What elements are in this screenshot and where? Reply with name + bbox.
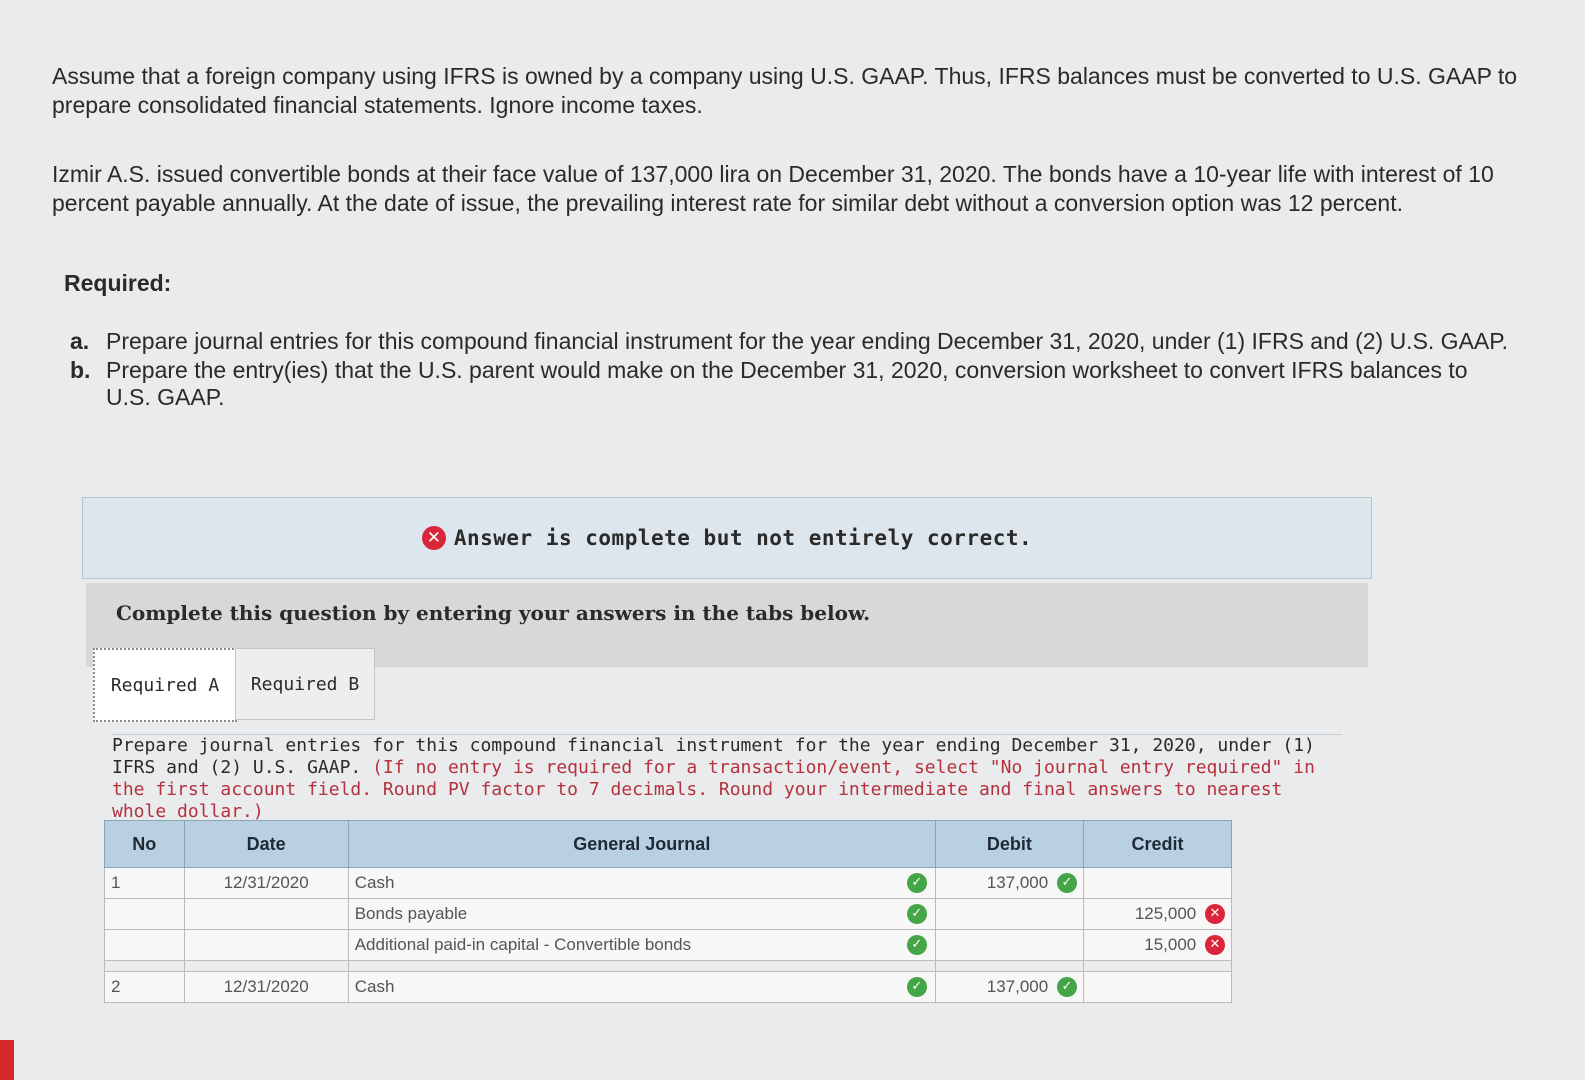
- spacer-cell: [934, 960, 1084, 972]
- header-debit: Debit: [934, 820, 1084, 868]
- corner-marker: [0, 1040, 14, 1080]
- requirement-b: b. Prepare the entry(ies) that the U.S. …: [70, 357, 1510, 411]
- account-cell[interactable]: Bonds payable ✓: [347, 898, 936, 930]
- requirement-text: Prepare the entry(ies) that the U.S. par…: [106, 357, 1468, 410]
- account-name: Bonds payable: [354, 904, 468, 923]
- table-header-row: No Date General Journal Debit Credit: [104, 820, 1233, 868]
- spacer-cell: [183, 960, 349, 972]
- requirement-text: Prepare journal entries for this compoun…: [106, 328, 1509, 354]
- check-circle-icon: ✓: [1056, 977, 1077, 998]
- check-circle-icon: ✓: [1056, 873, 1077, 894]
- header-credit: Credit: [1082, 820, 1233, 868]
- table-row: Additional paid-in capital - Convertible…: [104, 929, 1233, 961]
- account-name: Cash: [354, 873, 395, 892]
- table-spacer-row: [104, 960, 1233, 972]
- x-circle-icon: ✕: [1205, 935, 1225, 956]
- credit-value: 15,000: [1144, 934, 1197, 954]
- check-circle-icon: ✓: [906, 935, 927, 955]
- entry-no-cell: [104, 898, 185, 930]
- date-cell[interactable]: [183, 898, 349, 930]
- debit-cell[interactable]: [934, 898, 1084, 930]
- answer-status-text: Answer is complete but not entirely corr…: [453, 526, 1033, 550]
- entry-no-cell: 1: [104, 867, 185, 899]
- header-date: Date: [183, 820, 349, 868]
- credit-cell[interactable]: 125,000 ✕: [1082, 898, 1233, 930]
- check-circle-icon: ✓: [906, 904, 927, 924]
- x-circle-icon: ✕: [421, 526, 446, 550]
- general-journal-table: No Date General Journal Debit Credit 1 1…: [104, 820, 1233, 1003]
- account-name: Cash: [354, 977, 395, 996]
- account-name: Additional paid-in capital - Convertible…: [354, 935, 692, 954]
- intro-paragraph-2: Izmir A.S. issued convertible bonds at t…: [52, 161, 1494, 216]
- debit-value: 137,000: [986, 976, 1049, 996]
- spacer-cell: [1082, 960, 1233, 972]
- entry-no-cell: 2: [104, 971, 185, 1003]
- date-cell[interactable]: 12/31/2020: [183, 867, 349, 899]
- tab-required-b[interactable]: Required B: [235, 648, 375, 720]
- table-row: Bonds payable ✓ 125,000 ✕: [104, 898, 1233, 930]
- date-cell[interactable]: 12/31/2020: [183, 971, 349, 1003]
- requirement-a: a. Prepare journal entries for this comp…: [70, 328, 1510, 355]
- check-circle-icon: ✓: [906, 977, 927, 997]
- question-instructions: Prepare journal entries for this compoun…: [112, 734, 1342, 829]
- header-no: No: [104, 820, 185, 868]
- credit-cell[interactable]: [1082, 971, 1233, 1003]
- check-circle-icon: ✓: [906, 873, 927, 893]
- account-cell[interactable]: Cash ✓: [347, 971, 936, 1003]
- table-row: 1 12/31/2020 Cash ✓ 137,000 ✓: [104, 867, 1233, 899]
- x-circle-icon: ✕: [1205, 904, 1225, 925]
- requirement-letter: a.: [70, 328, 90, 354]
- requirement-letter: b.: [70, 357, 91, 383]
- answer-panel: ✕ Answer is complete but not entirely co…: [82, 497, 1372, 667]
- account-cell[interactable]: Additional paid-in capital - Convertible…: [347, 929, 936, 961]
- required-heading: Required:: [64, 270, 172, 296]
- debit-cell[interactable]: [934, 929, 1084, 961]
- entry-no-cell: [104, 929, 185, 961]
- tab-strip: Required A Required B: [93, 648, 383, 722]
- date-cell[interactable]: [183, 929, 349, 961]
- intro-paragraph-1: Assume that a foreign company using IFRS…: [52, 63, 1518, 118]
- debit-cell[interactable]: 137,000 ✓: [934, 971, 1084, 1003]
- spacer-cell: [104, 960, 185, 972]
- debit-cell[interactable]: 137,000 ✓: [934, 867, 1084, 899]
- credit-cell[interactable]: 15,000 ✕: [1082, 929, 1233, 961]
- spacer-cell: [347, 960, 936, 972]
- instruction-text: Complete this question by entering your …: [116, 601, 871, 625]
- requirements-list: a. Prepare journal entries for this comp…: [70, 328, 1510, 413]
- credit-value: 125,000: [1134, 903, 1197, 923]
- table-row: 2 12/31/2020 Cash ✓ 137,000 ✓: [104, 971, 1233, 1003]
- debit-value: 137,000: [986, 872, 1049, 892]
- account-cell[interactable]: Cash ✓: [347, 867, 936, 899]
- answer-status-banner: ✕ Answer is complete but not entirely co…: [82, 497, 1372, 579]
- header-general-journal: General Journal: [347, 820, 936, 868]
- credit-cell[interactable]: [1082, 867, 1233, 899]
- tab-required-a[interactable]: Required A: [93, 648, 237, 722]
